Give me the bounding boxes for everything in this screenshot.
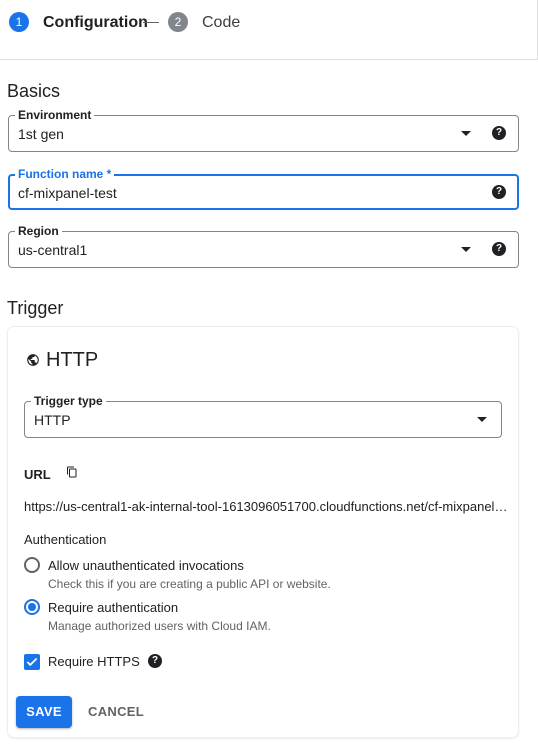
require-authentication-radio[interactable] — [24, 599, 40, 615]
require-https-label[interactable]: Require HTTPS — [48, 654, 140, 669]
url-value: https://us-central1-ak-internal-tool-161… — [24, 499, 508, 514]
function-name-value[interactable]: cf-mixpanel-test — [18, 184, 117, 202]
authentication-heading: Authentication — [24, 532, 107, 547]
require-authentication-label[interactable]: Require authentication — [48, 600, 178, 615]
allow-unauthenticated-radio[interactable] — [24, 557, 40, 573]
help-icon[interactable]: ? — [492, 242, 506, 256]
trigger-type-label: Trigger type — [31, 395, 106, 407]
url-label: URL — [24, 467, 51, 482]
step-2-label[interactable]: Code — [202, 13, 240, 33]
help-icon[interactable]: ? — [492, 126, 506, 140]
step-1-label[interactable]: Configuration — [43, 13, 148, 33]
globe-icon — [27, 354, 39, 366]
trigger-type-select[interactable]: Trigger type HTTP — [24, 395, 502, 438]
basics-heading: Basics — [7, 81, 61, 101]
region-select[interactable]: Region us-central1 ? — [8, 225, 519, 268]
save-button[interactable]: SAVE — [16, 696, 72, 728]
stepper-divider — [143, 22, 159, 23]
environment-value: 1st gen — [18, 126, 64, 142]
chevron-down-icon[interactable] — [461, 131, 471, 136]
stepper: 1 Configuration 2 Code — [0, 0, 538, 60]
require-authentication-hint: Manage authorized users with Cloud IAM. — [48, 619, 271, 633]
cancel-button[interactable]: CANCEL — [86, 696, 146, 728]
environment-label: Environment — [15, 109, 95, 121]
trigger-card: HTTP Trigger type HTTP URL https://us-ce… — [8, 327, 518, 737]
environment-select[interactable]: Environment 1st gen ? — [8, 109, 519, 152]
region-label: Region — [15, 225, 62, 237]
help-icon[interactable]: ? — [492, 185, 506, 199]
check-icon — [26, 657, 38, 667]
allow-unauthenticated-hint: Check this if you are creating a public … — [48, 577, 331, 591]
copy-icon[interactable] — [66, 466, 78, 480]
chevron-down-icon[interactable] — [477, 417, 487, 422]
step-1-number[interactable]: 1 — [9, 12, 29, 32]
trigger-type-value: HTTP — [34, 412, 71, 428]
trigger-heading: Trigger — [7, 298, 64, 318]
function-name-label: Function name * — [15, 168, 115, 180]
require-https-checkbox[interactable] — [24, 654, 40, 670]
allow-unauthenticated-label[interactable]: Allow unauthenticated invocations — [48, 558, 244, 573]
region-value: us-central1 — [18, 242, 88, 258]
step-2-number[interactable]: 2 — [168, 12, 188, 32]
function-name-field[interactable]: Function name * cf-mixpanel-test ? — [8, 168, 519, 210]
trigger-card-title: HTTP — [46, 349, 99, 371]
help-icon[interactable]: ? — [148, 654, 162, 668]
chevron-down-icon[interactable] — [461, 247, 471, 252]
